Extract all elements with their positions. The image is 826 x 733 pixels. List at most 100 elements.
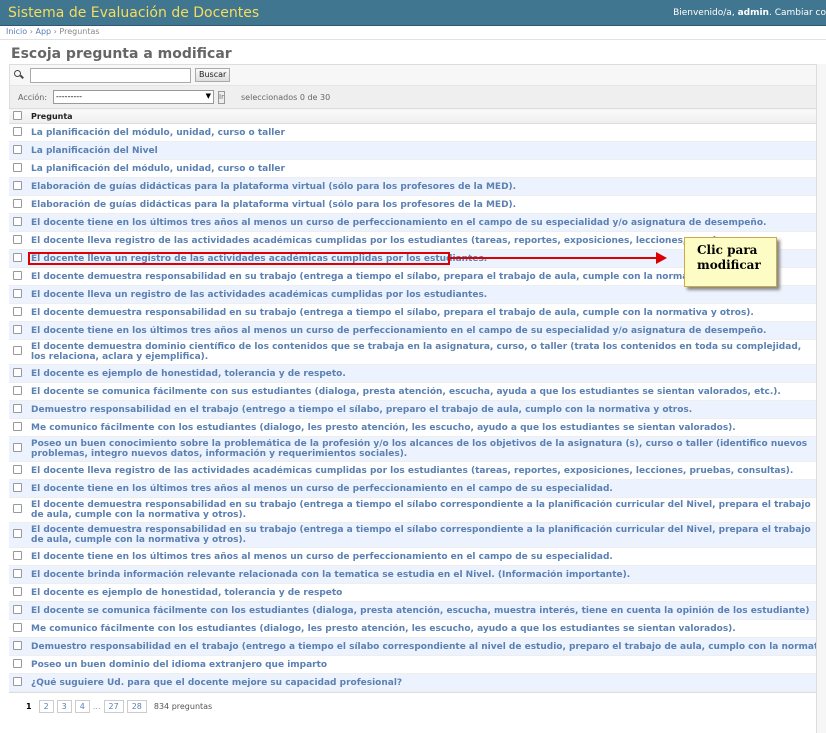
table-row[interactable]: Poseo un buen dominio del idioma extranj…: [9, 655, 817, 674]
row-checkbox[interactable]: [13, 568, 22, 578]
question-link[interactable]: Demuestro responsabilidad en el trabajo …: [31, 642, 817, 652]
question-link[interactable]: El docente se comunica fácilmente con lo…: [31, 606, 817, 616]
table-row[interactable]: El docente lleva registro de las activid…: [9, 461, 817, 480]
search-input[interactable]: [30, 67, 191, 83]
row-checkbox[interactable]: [13, 288, 22, 298]
search-button[interactable]: Buscar: [195, 68, 231, 82]
table-row[interactable]: El docente brinda información relevante …: [9, 565, 817, 584]
question-link[interactable]: ¿Qué suguiere Ud. para que el docente me…: [31, 678, 817, 688]
question-link[interactable]: Elaboración de guías didácticas para la …: [31, 182, 817, 192]
table-row[interactable]: El docente tiene en los últimos tres año…: [9, 321, 817, 340]
question-link[interactable]: El docente lleva registro de las activid…: [31, 466, 817, 476]
row-checkbox[interactable]: [13, 658, 22, 668]
vertical-scrollbar[interactable]: [816, 64, 826, 733]
table-row[interactable]: Me comunico fácilmente con los estudiant…: [9, 418, 817, 437]
question-link[interactable]: El docente demuestra dominio científico …: [31, 342, 817, 362]
row-checkbox[interactable]: [13, 367, 22, 377]
question-link[interactable]: La planificación del Nivel: [31, 146, 817, 156]
question-link[interactable]: El docente es ejemplo de honestidad, tol…: [31, 588, 817, 598]
breadcrumb-app[interactable]: App: [35, 27, 51, 36]
table-row[interactable]: El docente lleva un registro de las acti…: [9, 285, 817, 304]
table-row[interactable]: La planificación del Nivel: [9, 141, 817, 160]
table-row[interactable]: ¿Qué suguiere Ud. para que el docente me…: [9, 673, 817, 692]
question-link[interactable]: La planificación del módulo, unidad, cur…: [31, 128, 817, 138]
question-link[interactable]: El docente lleva un registro de las acti…: [31, 290, 817, 300]
page-link-2[interactable]: 2: [38, 700, 54, 713]
column-header-pregunta[interactable]: Pregunta: [26, 108, 817, 124]
question-link[interactable]: El docente demuestra responsabilidad en …: [31, 500, 817, 520]
breadcrumb-home[interactable]: Inicio: [6, 27, 27, 36]
select-all-checkbox[interactable]: [13, 110, 22, 120]
table-row[interactable]: El docente tiene en los últimos tres año…: [9, 479, 817, 498]
row-checkbox[interactable]: [13, 421, 22, 431]
row-checkbox[interactable]: [13, 550, 22, 560]
question-link[interactable]: Demuestro responsabilidad en el trabajo …: [31, 405, 817, 415]
row-checkbox[interactable]: [13, 198, 22, 208]
row-checkbox[interactable]: [13, 443, 22, 452]
table-row[interactable]: Demuestro responsabilidad en el trabajo …: [9, 637, 817, 656]
table-row[interactable]: El docente se comunica fácilmente con su…: [9, 382, 817, 401]
row-checkbox[interactable]: [13, 252, 22, 262]
row-checkbox[interactable]: [13, 676, 22, 686]
page-link-27[interactable]: 27: [103, 700, 124, 713]
table-row[interactable]: La planificación del módulo, unidad, cur…: [9, 123, 817, 142]
question-link[interactable]: El docente se comunica fácilmente con su…: [31, 387, 817, 397]
row-checkbox[interactable]: [13, 640, 22, 650]
row-checkbox[interactable]: [13, 324, 22, 334]
row-checkbox[interactable]: [13, 622, 22, 632]
page-link-4[interactable]: 4: [74, 700, 90, 713]
row-checkbox[interactable]: [13, 403, 22, 413]
question-link[interactable]: Me comunico fácilmente con los estudiant…: [31, 624, 817, 634]
question-link[interactable]: El docente brinda información relevante …: [31, 570, 817, 580]
row-checkbox[interactable]: [13, 604, 22, 614]
question-link[interactable]: El docente demuestra responsabilidad en …: [31, 525, 817, 545]
question-link[interactable]: Poseo un buen dominio del idioma extranj…: [31, 660, 817, 670]
row-checkbox[interactable]: [13, 529, 22, 538]
table-row[interactable]: La planificación del módulo, unidad, cur…: [9, 159, 817, 178]
question-link[interactable]: Poseo un buen conocimiento sobre la prob…: [31, 439, 817, 459]
row-checkbox[interactable]: [13, 270, 22, 280]
row-checkbox[interactable]: [13, 385, 22, 395]
table-row[interactable]: El docente es ejemplo de honestidad, tol…: [9, 364, 817, 383]
row-checkbox[interactable]: [13, 482, 22, 492]
table-row[interactable]: Elaboración de guías didácticas para la …: [9, 195, 817, 214]
row-checkbox[interactable]: [13, 306, 22, 316]
table-row[interactable]: Elaboración de guías didácticas para la …: [9, 177, 817, 196]
page-link-3[interactable]: 3: [56, 700, 72, 713]
go-button[interactable]: Ir: [218, 90, 226, 104]
question-link[interactable]: Elaboración de guías didácticas para la …: [31, 200, 817, 210]
row-checkbox[interactable]: [13, 464, 22, 474]
question-link[interactable]: El docente demuestra responsabilidad en …: [31, 308, 817, 318]
page-link-28[interactable]: 28: [126, 700, 147, 713]
table-row[interactable]: El docente demuestra dominio científico …: [9, 339, 817, 365]
table-row[interactable]: Poseo un buen conocimiento sobre la prob…: [9, 436, 817, 462]
table-row[interactable]: El docente demuestra responsabilidad en …: [9, 303, 817, 322]
question-link[interactable]: El docente tiene en los últimos tres año…: [31, 326, 817, 336]
question-link[interactable]: Me comunico fácilmente con los estudiant…: [31, 423, 817, 433]
table-row[interactable]: El docente tiene en los últimos tres año…: [9, 213, 817, 232]
row-checkbox[interactable]: [13, 144, 22, 154]
table-row[interactable]: Me comunico fácilmente con los estudiant…: [9, 619, 817, 638]
row-checkbox[interactable]: [13, 162, 22, 172]
question-link[interactable]: El docente tiene en los últimos tres año…: [31, 218, 817, 228]
table-row[interactable]: El docente demuestra responsabilidad en …: [9, 522, 817, 548]
change-password-link[interactable]: Cambiar co: [775, 8, 826, 18]
question-link[interactable]: La planificación del módulo, unidad, cur…: [31, 164, 817, 174]
row-checkbox[interactable]: [13, 346, 22, 355]
row-checkbox[interactable]: [13, 504, 22, 513]
question-link[interactable]: El docente es ejemplo de honestidad, tol…: [31, 369, 817, 379]
table-row[interactable]: El docente demuestra responsabilidad en …: [9, 497, 817, 523]
row-checkbox[interactable]: [13, 234, 22, 244]
action-select[interactable]: --------- ▼: [53, 90, 215, 104]
table-row[interactable]: Demuestro responsabilidad en el trabajo …: [9, 400, 817, 419]
question-link[interactable]: El docente tiene en los últimos tres año…: [31, 484, 817, 494]
table-row[interactable]: El docente se comunica fácilmente con lo…: [9, 601, 817, 620]
row-checkbox[interactable]: [13, 586, 22, 596]
row-checkbox[interactable]: [13, 216, 22, 226]
table-row[interactable]: El docente tiene en los últimos tres año…: [9, 547, 817, 566]
row-checkbox[interactable]: [13, 180, 22, 190]
question-link[interactable]: El docente tiene en los últimos tres año…: [31, 552, 817, 562]
app-title[interactable]: Sistema de Evaluación de Docentes: [8, 5, 259, 21]
row-checkbox[interactable]: [13, 126, 22, 136]
table-row[interactable]: El docente es ejemplo de honestidad, tol…: [9, 583, 817, 602]
